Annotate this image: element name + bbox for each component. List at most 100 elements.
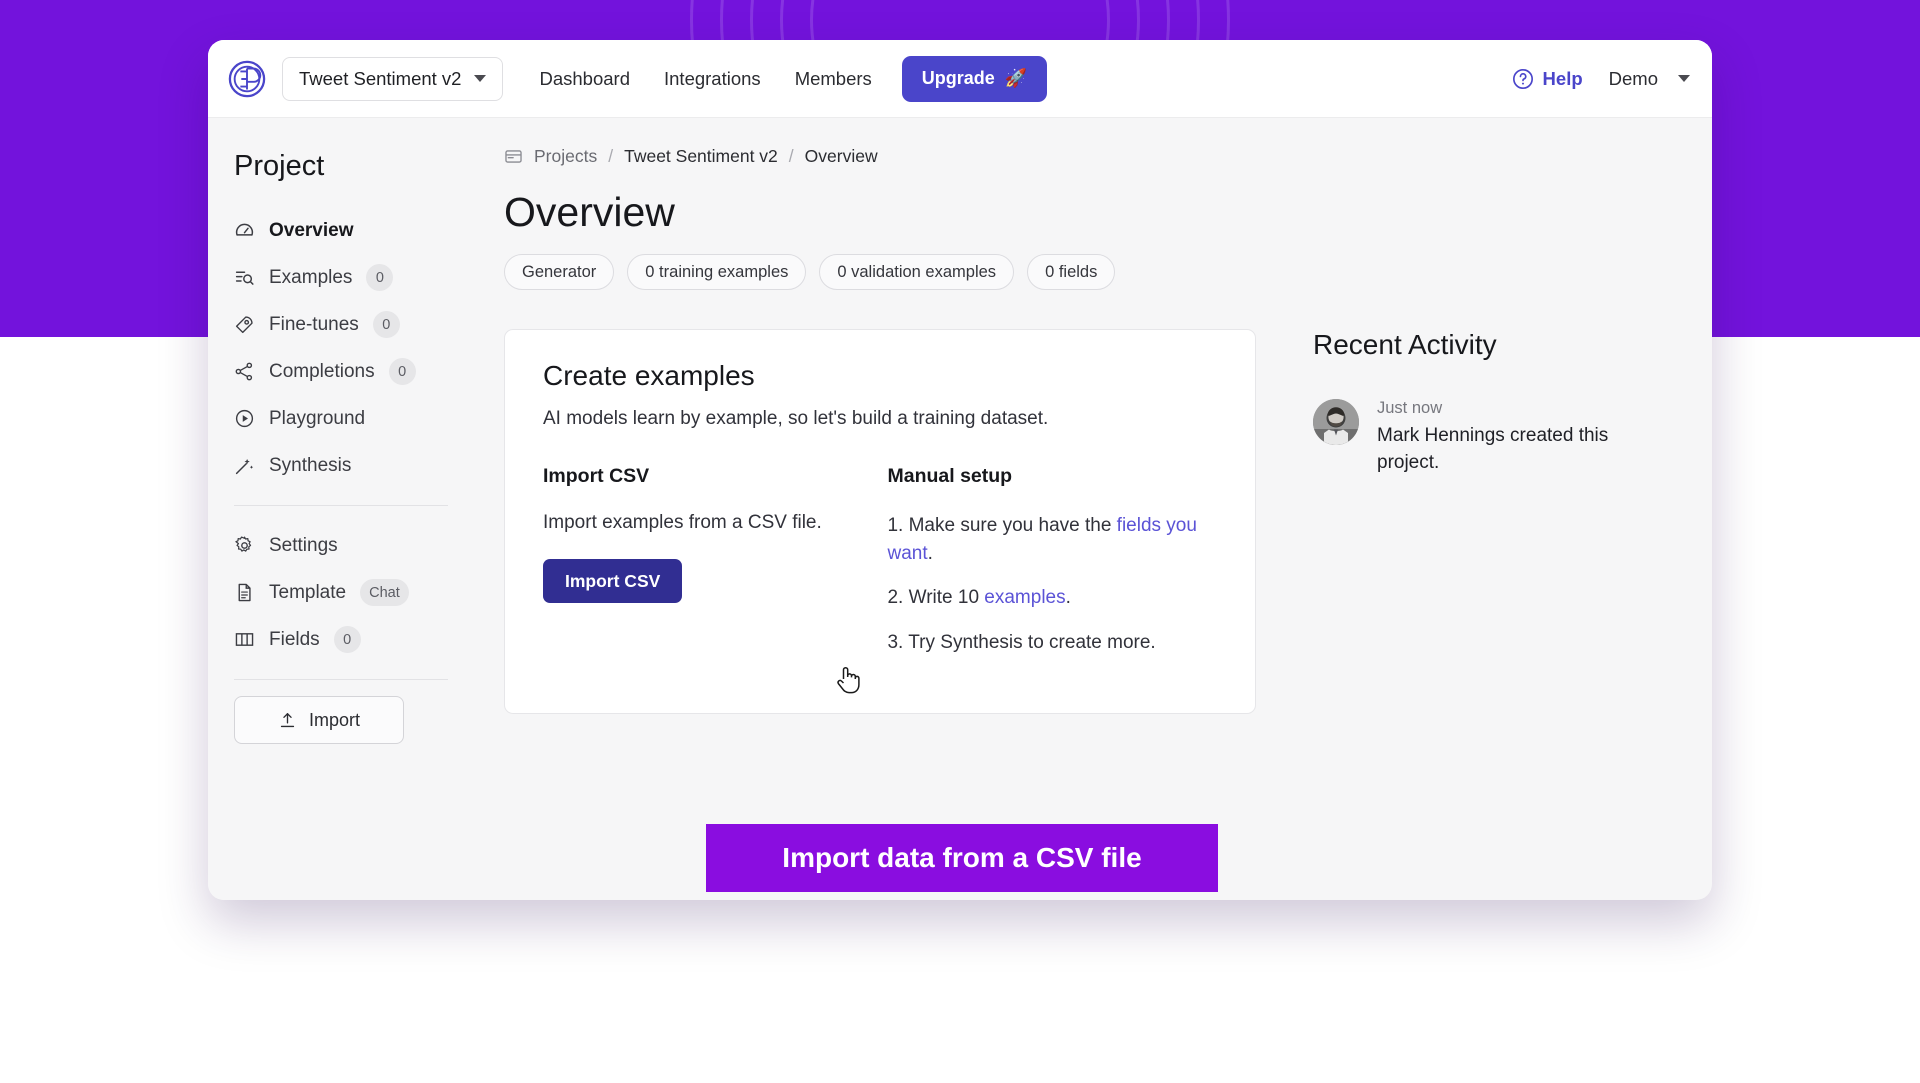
- upgrade-button[interactable]: Upgrade 🚀: [901, 55, 1048, 102]
- avatar-photo: [1313, 399, 1359, 445]
- recent-activity-heading: Recent Activity: [1313, 329, 1497, 360]
- sidebar-item-label: Synthesis: [269, 454, 352, 476]
- sidebar-item-badge: 0: [366, 264, 394, 291]
- examples-link[interactable]: examples: [984, 587, 1065, 608]
- sidebar-import-label: Import: [308, 709, 360, 730]
- top-bar-right: Help Demo: [1512, 68, 1690, 90]
- magic-wand-icon: [235, 458, 254, 475]
- sidebar-item-fine-tunes[interactable]: Fine-tunes 0: [234, 301, 448, 348]
- sidebar-item-label: Fields: [269, 628, 320, 650]
- breadcrumb-separator: /: [608, 146, 614, 166]
- chip-fields[interactable]: 0 fields: [1027, 254, 1116, 290]
- speedometer-icon: [235, 223, 254, 236]
- breadcrumb: Projects / Tweet Sentiment v2 / Overview: [504, 146, 1712, 167]
- document-icon: [238, 583, 251, 602]
- sidebar-divider-2: [234, 679, 448, 680]
- chevron-down-icon: [1678, 75, 1690, 82]
- chevron-down-icon: [474, 75, 487, 82]
- upgrade-button-label: Upgrade: [921, 68, 995, 88]
- step-1: 1. Make sure you have the fields you wan…: [887, 512, 1217, 567]
- step-1-pre: 1. Make sure you have the: [887, 515, 1117, 536]
- caption-banner: Import data from a CSV file: [706, 824, 1218, 892]
- sidebar-import-button[interactable]: Import: [234, 696, 404, 744]
- sidebar-item-overview[interactable]: Overview: [234, 207, 448, 254]
- upload-icon: [280, 712, 295, 727]
- sidebar-item-playground[interactable]: Playground: [234, 395, 448, 442]
- step-2-post: .: [1065, 587, 1071, 609]
- card-heading: Create examples: [543, 360, 755, 391]
- sidebar-item-badge: 0: [372, 311, 400, 338]
- chip-training-examples[interactable]: 0 training examples: [627, 254, 807, 290]
- project-selector[interactable]: Tweet Sentiment v2: [282, 56, 504, 101]
- import-csv-section: Import CSV Import examples from a CSV fi…: [543, 465, 887, 673]
- sidebar-item-completions[interactable]: Completions 0: [234, 348, 448, 395]
- play-circle-icon: [235, 409, 254, 428]
- sidebar-divider: [234, 505, 448, 506]
- nav-item-integrations[interactable]: Integrations: [664, 68, 761, 90]
- chip-validation-examples[interactable]: 0 validation examples: [819, 254, 1015, 290]
- top-bar: Tweet Sentiment v2 Dashboard Integration…: [208, 40, 1712, 118]
- manual-setup-steps: 1. Make sure you have the fields you wan…: [887, 512, 1217, 656]
- breadcrumb-projects[interactable]: Projects: [534, 146, 597, 167]
- import-csv-heading: Import CSV: [543, 465, 650, 487]
- main-content: Projects / Tweet Sentiment v2 / Overview…: [476, 118, 1712, 900]
- sidebar-item-template[interactable]: Template Chat: [234, 569, 448, 616]
- sidebar-item-label: Overview: [269, 219, 354, 241]
- sidebar-item-fields[interactable]: Fields 0: [234, 616, 448, 663]
- page-title: Overview: [504, 189, 675, 235]
- sidebar-item-synthesis[interactable]: Synthesis: [234, 442, 448, 489]
- activity-description: Mark Hennings created this project.: [1377, 425, 1609, 473]
- create-examples-card: Create examples AI models learn by examp…: [504, 329, 1256, 715]
- nav-item-dashboard[interactable]: Dashboard: [539, 68, 630, 90]
- nav-item-members[interactable]: Members: [795, 68, 872, 90]
- activity-time: Just now: [1377, 399, 1443, 417]
- breadcrumb-separator: /: [788, 146, 794, 166]
- card-lede: AI models learn by example, so let's bui…: [543, 408, 1049, 429]
- sidebar-item-badge: 0: [333, 626, 361, 653]
- breadcrumb-project[interactable]: Tweet Sentiment v2: [624, 146, 778, 167]
- projects-icon: [505, 150, 522, 163]
- step-2-pre: 2. Write 10: [887, 587, 985, 609]
- stat-chips: Generator 0 training examples 0 validati…: [504, 254, 1712, 290]
- rocket-icon: [235, 316, 253, 334]
- help-link[interactable]: Help: [1512, 68, 1583, 90]
- account-label: Demo: [1608, 67, 1658, 89]
- list-search-icon: [235, 271, 254, 285]
- share-nodes-icon: [235, 362, 253, 381]
- breadcrumb-current: Overview: [804, 146, 878, 166]
- sidebar-item-label: Settings: [269, 534, 338, 556]
- sidebar-item-label: Completions: [269, 360, 375, 382]
- step-3: 3. Try Synthesis to create more.: [887, 631, 1156, 653]
- chip-generator[interactable]: Generator: [504, 254, 615, 290]
- sidebar-title: Project: [234, 150, 325, 182]
- gear-icon: [235, 536, 252, 552]
- account-menu[interactable]: Demo: [1609, 68, 1690, 90]
- import-csv-text: Import examples from a CSV file.: [543, 512, 822, 533]
- entry-point-logo-icon[interactable]: [228, 60, 266, 98]
- sidebar-item-label: Examples: [269, 266, 353, 288]
- avatar: [1313, 399, 1359, 445]
- sidebar-item-badge: Chat: [360, 579, 409, 606]
- manual-setup-heading: Manual setup: [887, 465, 1013, 487]
- sidebar-item-settings[interactable]: Settings: [234, 522, 448, 569]
- mouse-cursor-pointer: [837, 666, 860, 694]
- sidebar-item-label: Template: [269, 581, 347, 603]
- rocket-icon: 🚀: [1004, 68, 1028, 88]
- step-2: 2. Write 10 examples.: [887, 584, 1217, 612]
- import-csv-button[interactable]: Import CSV: [543, 559, 683, 603]
- main-nav: Dashboard Integrations Members: [539, 68, 871, 90]
- activity-text-block: Just now Mark Hennings created this proj…: [1377, 399, 1643, 476]
- help-label: Help: [1542, 67, 1583, 89]
- project-selector-label: Tweet Sentiment v2: [299, 67, 462, 89]
- sidebar-item-label: Fine-tunes: [269, 313, 359, 335]
- sidebar-item-examples[interactable]: Examples 0: [234, 254, 448, 301]
- recent-activity-panel: Recent Activity Just now Mark Hennings c…: [1313, 329, 1643, 714]
- columns-icon: [235, 633, 254, 646]
- sidebar: Project Overview Examples 0 Fine-tunes 0…: [208, 118, 476, 900]
- step-1-post: .: [927, 542, 933, 564]
- sidebar-item-badge: 0: [388, 358, 416, 385]
- app-body: Project Overview Examples 0 Fine-tunes 0…: [208, 118, 1712, 900]
- activity-item: Just now Mark Hennings created this proj…: [1313, 399, 1643, 476]
- question-circle-icon: [1512, 68, 1533, 89]
- content-columns: Create examples AI models learn by examp…: [504, 329, 1712, 715]
